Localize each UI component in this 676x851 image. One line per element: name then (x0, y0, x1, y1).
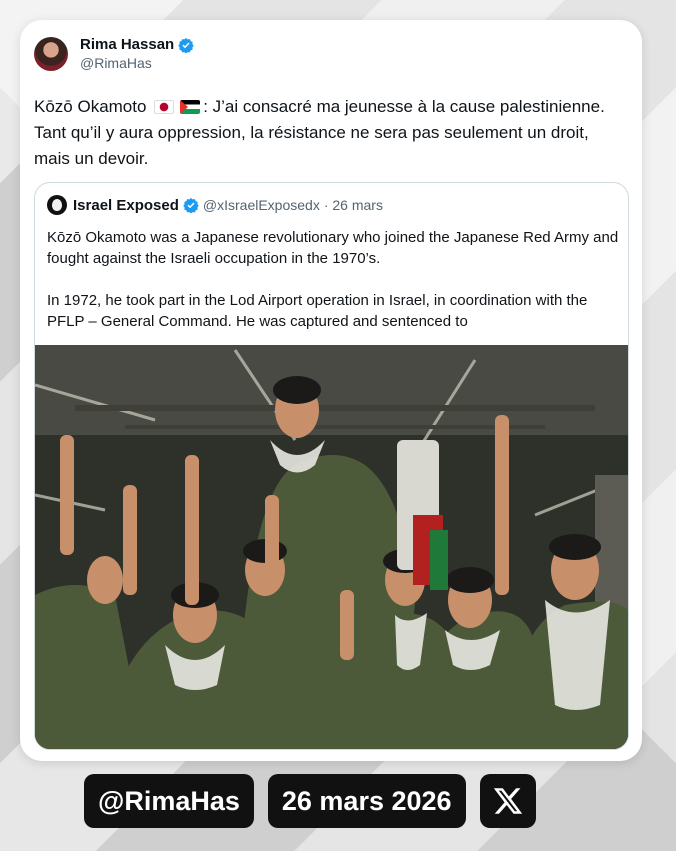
quoted-paragraph: Kōzō Okamoto was a Japanese revolutionar… (47, 229, 619, 267)
quoted-tweet[interactable]: Israel Exposed @xIsraelExposedx · 26 mar… (34, 182, 629, 750)
quoted-author-avatar[interactable] (47, 195, 67, 215)
quoted-tweet-header: Israel Exposed @xIsraelExposedx · 26 mar… (47, 195, 383, 215)
japan-flag-icon (154, 100, 175, 114)
tweet-card: Rima Hassan @RimaHas Kōzō Okamoto : J’ai… (20, 20, 642, 761)
watermark-handle: @RimaHas (84, 774, 254, 828)
quoted-author-handle[interactable]: @xIsraelExposedx (203, 197, 320, 213)
x-logo-icon (479, 774, 536, 828)
watermark-date: 26 mars 2026 (267, 774, 466, 828)
tweet-text-name: Kōzō Okamoto (34, 97, 147, 116)
tweet-text: Kōzō Okamoto : J’ai consacré ma jeunesse… (34, 94, 629, 172)
watermark-bar: @RimaHas 26 mars 2026 (84, 774, 536, 828)
mask-icon (52, 199, 62, 211)
quoted-author-display-name[interactable]: Israel Exposed (73, 197, 179, 214)
quoted-photo[interactable] (35, 345, 628, 749)
verified-badge-icon (178, 37, 194, 53)
palestine-flag-icon (180, 100, 201, 114)
author-avatar[interactable] (34, 36, 68, 71)
quoted-date[interactable]: · 26 mars (324, 197, 383, 213)
author-handle[interactable]: @RimaHas (80, 55, 194, 71)
quoted-paragraph: In 1972, he took part in the Lod Airport… (47, 292, 588, 330)
tweet-author[interactable]: Rima Hassan @RimaHas (34, 36, 194, 71)
quoted-text: Kōzō Okamoto was a Japanese revolutionar… (47, 227, 619, 353)
quoted-verified-badge-icon (183, 197, 199, 213)
photo-illustration (35, 345, 628, 749)
author-display-name[interactable]: Rima Hassan (80, 36, 174, 53)
